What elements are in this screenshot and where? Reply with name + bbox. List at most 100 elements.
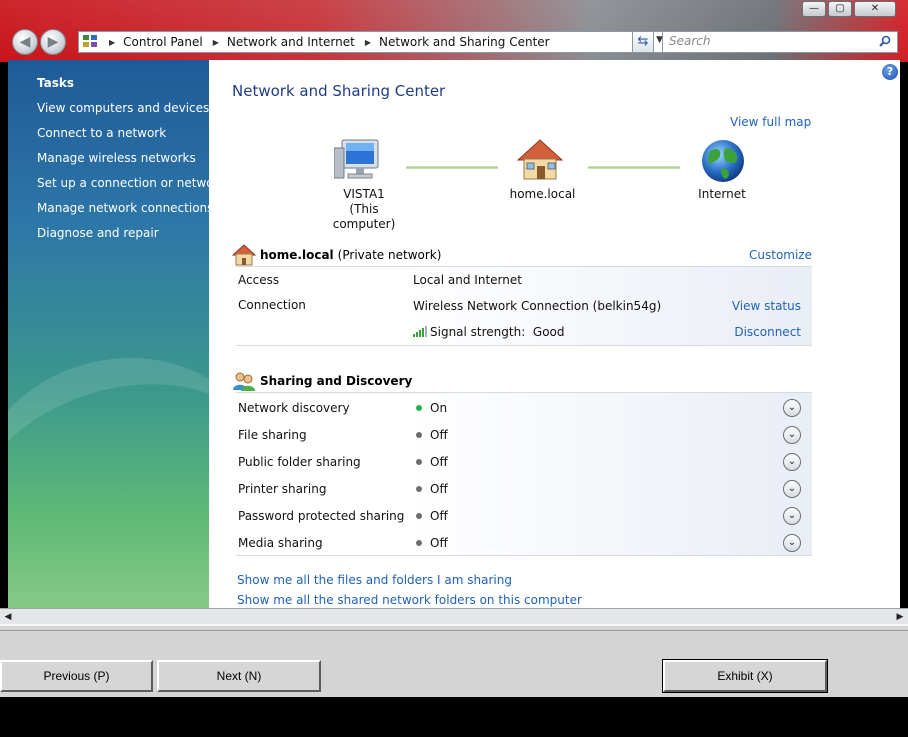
signal-strength: Signal strength: Good bbox=[413, 325, 565, 339]
chevron-right-icon: ▶ bbox=[212, 37, 219, 47]
navigation-bar: ◀ ▶ ▶ Control Panel ▶ Network and Intern… bbox=[8, 28, 900, 58]
signal-bars-icon bbox=[413, 326, 427, 337]
view-status-link[interactable]: View status bbox=[732, 299, 801, 313]
search-input[interactable]: Search bbox=[662, 31, 898, 53]
breadcrumb-control-panel[interactable]: Control Panel bbox=[123, 35, 203, 49]
task-view-computers[interactable]: View computers and devices bbox=[37, 101, 209, 115]
sharing-state: Off bbox=[416, 536, 448, 550]
house-icon bbox=[232, 244, 256, 266]
state-text: Off bbox=[430, 536, 448, 550]
sharing-label: Public folder sharing bbox=[238, 455, 361, 469]
screen: — ▢ ✕ ◀ ▶ ▶ Control Panel ▶ Network and … bbox=[0, 0, 908, 737]
show-shared-folders-link[interactable]: Show me all the shared network folders o… bbox=[237, 593, 582, 607]
signal-label: Signal strength: bbox=[430, 325, 526, 339]
search-placeholder: Search bbox=[669, 34, 711, 48]
computer-icon bbox=[334, 139, 379, 179]
expand-printer-button[interactable]: ⌄ bbox=[783, 480, 801, 498]
map-node-computer: VISTA1 (This computer) bbox=[317, 187, 411, 232]
forward-button[interactable]: ▶ bbox=[40, 29, 66, 55]
map-link-line bbox=[406, 166, 498, 169]
view-full-map-link[interactable]: View full map bbox=[730, 115, 811, 129]
state-text: Off bbox=[430, 428, 448, 442]
sharing-row-printer: Printer sharing Off ⌄ bbox=[236, 476, 812, 502]
expand-password-button[interactable]: ⌄ bbox=[783, 507, 801, 525]
next-button[interactable]: Next (N) bbox=[157, 660, 321, 692]
sharing-state: Off bbox=[416, 482, 448, 496]
customize-link[interactable]: Customize bbox=[749, 248, 812, 262]
address-bar[interactable]: ▶ Control Panel ▶ Network and Internet ▶… bbox=[78, 31, 668, 53]
sharing-row-file-sharing: File sharing Off ⌄ bbox=[236, 422, 812, 448]
scroll-left-icon[interactable]: ◀ bbox=[1, 610, 15, 624]
task-connect-network[interactable]: Connect to a network bbox=[37, 126, 166, 140]
disconnect-link[interactable]: Disconnect bbox=[734, 325, 801, 339]
task-manage-connections[interactable]: Manage network connections bbox=[37, 201, 213, 215]
state-text: Off bbox=[430, 482, 448, 496]
expand-public-folder-button[interactable]: ⌄ bbox=[783, 453, 801, 471]
task-diagnose-repair[interactable]: Diagnose and repair bbox=[37, 226, 159, 240]
sharing-section-header: Sharing and Discovery bbox=[232, 368, 812, 394]
signal-value: Good bbox=[532, 325, 565, 339]
expand-file-sharing-button[interactable]: ⌄ bbox=[783, 426, 801, 444]
sharing-state: Off bbox=[416, 455, 448, 469]
help-icon[interactable]: ? bbox=[882, 64, 898, 80]
horizontal-scrollbar[interactable]: ◀ ▶ bbox=[0, 608, 908, 624]
tasks-title: Tasks bbox=[37, 76, 75, 90]
task-manage-wireless[interactable]: Manage wireless networks bbox=[37, 151, 196, 165]
connection-row: Connection Wireless Network Connection (… bbox=[236, 293, 812, 319]
expand-network-discovery-button[interactable]: ⌄ bbox=[783, 399, 801, 417]
status-off-icon bbox=[416, 513, 422, 519]
sharing-state: Off bbox=[416, 428, 448, 442]
control-panel-icon bbox=[83, 35, 99, 49]
computer-sub: (This computer) bbox=[332, 202, 396, 231]
sharing-label: Password protected sharing bbox=[238, 509, 405, 523]
expand-media-button[interactable]: ⌄ bbox=[783, 534, 801, 552]
search-icon[interactable] bbox=[879, 35, 891, 47]
computer-name: VISTA1 bbox=[343, 187, 385, 201]
sharing-row-public-folder: Public folder sharing Off ⌄ bbox=[236, 449, 812, 475]
connection-value: Wireless Network Connection (belkin54g) bbox=[413, 299, 662, 313]
breadcrumb-network-sharing-center[interactable]: Network and Sharing Center bbox=[379, 35, 550, 49]
sharing-state: On bbox=[416, 401, 447, 415]
chevron-right-icon: ▶ bbox=[109, 37, 116, 47]
breadcrumb: ▶ Control Panel ▶ Network and Internet ▶… bbox=[105, 35, 550, 49]
sharing-row-network-discovery: Network discovery On ⌄ bbox=[236, 395, 812, 421]
window-content: Tasks View computers and devices Connect… bbox=[8, 60, 900, 608]
signal-row: Signal strength: Good Disconnect bbox=[236, 319, 812, 345]
exhibit-button[interactable]: Exhibit (X) bbox=[662, 659, 828, 693]
maximize-button[interactable]: ▢ bbox=[828, 1, 852, 17]
map-link-line bbox=[588, 166, 680, 169]
status-off-icon bbox=[416, 486, 422, 492]
tasks-sidebar: Tasks View computers and devices Connect… bbox=[8, 60, 301, 608]
status-off-icon bbox=[416, 459, 422, 465]
scroll-right-icon[interactable]: ▶ bbox=[893, 610, 907, 624]
map-node-internet[interactable]: Internet bbox=[680, 187, 764, 202]
sharing-label: Media sharing bbox=[238, 536, 323, 550]
back-button[interactable]: ◀ bbox=[12, 29, 38, 55]
map-node-network[interactable]: home.local bbox=[495, 187, 590, 202]
main-panel: ? Network and Sharing Center View full m… bbox=[209, 60, 900, 608]
sharing-label: Network discovery bbox=[238, 401, 350, 415]
sharing-row-media: Media sharing Off ⌄ bbox=[236, 530, 812, 556]
window-controls: — ▢ ✕ bbox=[802, 1, 896, 17]
show-shared-files-link[interactable]: Show me all the files and folders I am s… bbox=[237, 573, 512, 587]
task-setup-connection[interactable]: Set up a connection or network bbox=[37, 176, 225, 190]
breadcrumb-network-internet[interactable]: Network and Internet bbox=[227, 35, 355, 49]
minimize-button[interactable]: — bbox=[802, 1, 826, 17]
access-label: Access bbox=[238, 273, 280, 287]
network-name: home.local bbox=[260, 248, 334, 262]
sharing-label: File sharing bbox=[238, 428, 307, 442]
sharing-title: Sharing and Discovery bbox=[260, 374, 413, 388]
refresh-button[interactable]: ⇆ bbox=[632, 31, 654, 53]
status-on-icon bbox=[416, 405, 422, 411]
sharing-users-icon bbox=[233, 372, 255, 391]
access-row: Access Local and Internet bbox=[236, 267, 812, 293]
status-off-icon bbox=[416, 432, 422, 438]
previous-button[interactable]: Previous (P) bbox=[0, 660, 153, 692]
exam-navigation-panel: Previous (P) Next (N) Exhibit (X) bbox=[0, 624, 908, 697]
close-button[interactable]: ✕ bbox=[854, 1, 896, 17]
network-type: (Private network) bbox=[337, 248, 442, 262]
network-details-panel: Access Local and Internet Connection Wir… bbox=[236, 266, 812, 346]
status-off-icon bbox=[416, 540, 422, 546]
state-text: Off bbox=[430, 455, 448, 469]
state-text: On bbox=[430, 401, 448, 415]
